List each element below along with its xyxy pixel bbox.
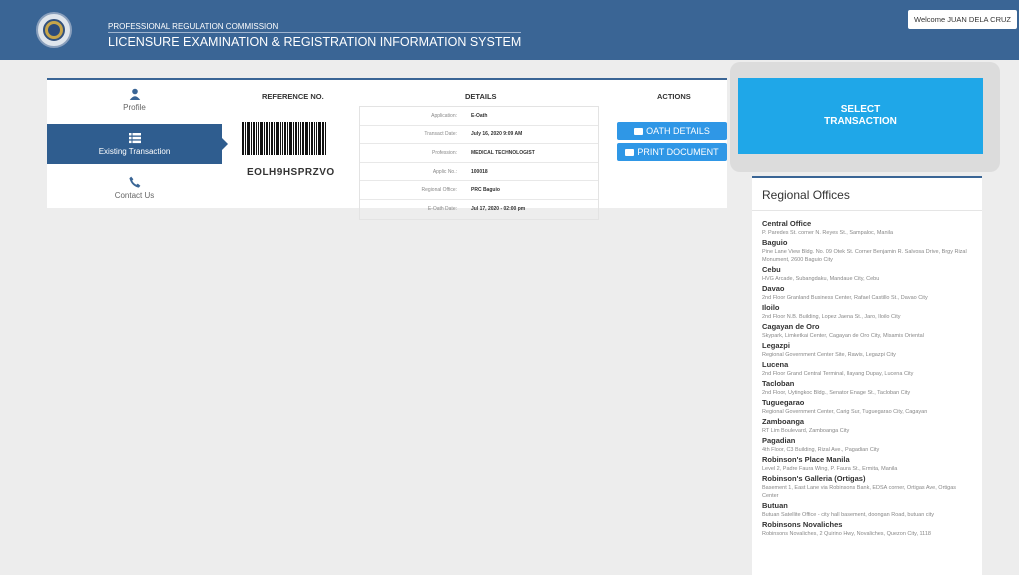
phone-icon — [128, 176, 140, 188]
welcome-user-button[interactable]: Welcome JUAN DELA CRUZ — [908, 10, 1017, 29]
office-name: Lucena — [762, 360, 789, 369]
sidebar-item-label: Existing Transaction — [98, 147, 171, 156]
detail-label: Transact Date: — [424, 131, 457, 138]
office-name: Butuan — [762, 501, 788, 510]
detail-label: Applic No.: — [432, 168, 457, 175]
details-table: Application: E-Oath Transact Date: July 16… — [359, 106, 599, 220]
reference-number: EOLH9HSPRZVO — [247, 167, 335, 178]
regional-offices-panel: Regional Offices Central Office P. Pared… — [752, 176, 982, 575]
office-address: Pine Lane View Bldg. No. 09 Otek St. Cor… — [762, 249, 967, 263]
office-address: 2nd Floor Grand Central Terminal, Ilayan… — [762, 371, 914, 377]
office-name: Cebu — [762, 265, 781, 274]
office-address: Regional Government Center Site, Rawis, … — [762, 352, 896, 358]
office-address: Robinsons Novaliches, 2 Quirino Hwy, Nov… — [762, 531, 931, 537]
office-address: Butuan Satellite Office - city hall base… — [762, 512, 935, 518]
office-name: Cagayan de Oro — [762, 322, 820, 331]
detail-value: PRC Baguio — [471, 187, 500, 194]
detail-value: 100018 — [471, 168, 488, 175]
video-icon — [634, 128, 644, 136]
office-name: Robinson's Place Manila — [762, 455, 850, 464]
office-address: Regional Government Center, Carig Sur, T… — [762, 409, 928, 415]
office-address: 2nd Floor N.B. Building, Lopez Jaena St.… — [762, 314, 901, 320]
system-name: LICENSURE EXAMINATION & REGISTRATION INF… — [108, 32, 522, 49]
print-document-label: PRINT DOCUMENT — [637, 147, 719, 157]
office-address: Level 2, Padre Faura Wing, P. Faura St.,… — [762, 466, 898, 472]
regional-offices-title: Regional Offices — [752, 178, 982, 211]
detail-label: Application: — [431, 112, 457, 119]
select-transaction-wrapper: SELECT TRANSACTION — [730, 62, 1000, 172]
office-name: Robinsons Novaliches — [762, 520, 843, 529]
print-document-button[interactable]: PRINT DOCUMENT — [617, 143, 727, 161]
reference-column-header: REFERENCE NO. — [262, 92, 324, 101]
detail-label: E-Oath Date: — [427, 206, 457, 213]
office-name: Tacloban — [762, 379, 795, 388]
office-name: Davao — [762, 284, 785, 293]
select-transaction-button[interactable]: SELECT TRANSACTION — [738, 78, 983, 154]
office-name: Tuguegarao — [762, 398, 805, 407]
prc-seal-logo — [36, 12, 72, 48]
print-icon — [625, 149, 635, 157]
detail-label: Profession: — [431, 149, 457, 156]
detail-row: Applic No.: 100018 — [360, 163, 598, 182]
details-column-header: DETAILS — [465, 92, 497, 101]
sidebar-item-label: Contact Us — [114, 191, 155, 200]
office-name: Central Office — [762, 219, 812, 228]
office-address: HVG Arcade, Subangdaku, Mandaue City, Ce… — [762, 276, 880, 282]
office-name: Pagadian — [762, 436, 796, 445]
sidebar-item-label: Profile — [123, 103, 146, 112]
office-address: P. Paredes St. corner N. Reyes St., Samp… — [762, 230, 894, 236]
detail-row: Regional Office: PRC Baguio — [360, 181, 598, 200]
detail-row: Profession: MEDICAL TECHNOLOGIST — [360, 144, 598, 163]
list-icon — [128, 133, 141, 144]
detail-value: E-Oath — [471, 112, 488, 119]
office-address: RT Lim Boulevard, Zamboanga City — [762, 428, 850, 434]
office-name: Robinson's Galleria (Ortigas) — [762, 474, 866, 483]
office-name: Baguio — [762, 238, 788, 247]
office-address: 2nd Floor Granland Business Center, Rafa… — [762, 295, 928, 301]
reference-barcode — [242, 122, 332, 155]
top-header: PROFESSIONAL REGULATION COMMISSION LICEN… — [0, 0, 1019, 60]
detail-label: Regional Office: — [421, 187, 457, 194]
detail-row: Application: E-Oath — [360, 107, 598, 126]
office-address: Skypark, Limketkai Center, Cagayan de Or… — [762, 333, 924, 339]
sidebar-item-existing-transaction[interactable]: Existing Transaction — [47, 124, 228, 164]
regional-offices-list: Central Office P. Paredes St. corner N. … — [752, 211, 982, 538]
detail-row: Transact Date: July 16, 2020 9:09 AM — [360, 126, 598, 145]
sidebar-item-contact-us[interactable]: Contact Us — [47, 168, 222, 208]
detail-row: E-Oath Date: Jul 17, 2020 - 02:00 pm — [360, 200, 598, 219]
detail-value: July 16, 2020 9:09 AM — [471, 131, 523, 138]
transaction-panel: Profile Existing Transaction Contact Us … — [47, 78, 727, 220]
office-name: Legazpi — [762, 341, 790, 350]
user-icon — [129, 88, 140, 100]
office-name: Iloilo — [762, 303, 780, 312]
office-name: Zamboanga — [762, 417, 805, 426]
sidebar: Profile Existing Transaction Contact Us — [47, 80, 228, 208]
oath-details-label: OATH DETAILS — [646, 126, 710, 136]
sidebar-item-profile[interactable]: Profile — [47, 80, 222, 120]
office-address: Basement 1, East Lane via Robinsons Bank… — [762, 485, 957, 499]
actions-column-header: ACTIONS — [657, 92, 691, 101]
office-address: 2nd Floor, Uytingkoc Bldg., Senator Enag… — [762, 390, 911, 396]
org-name: PROFESSIONAL REGULATION COMMISSION — [108, 22, 279, 31]
detail-value: Jul 17, 2020 - 02:00 pm — [471, 206, 526, 213]
detail-value: MEDICAL TECHNOLOGIST — [471, 149, 535, 156]
office-address: 4th Floor, C3 Building, Rizal Ave., Paga… — [762, 447, 880, 453]
oath-details-button[interactable]: OATH DETAILS — [617, 122, 727, 140]
